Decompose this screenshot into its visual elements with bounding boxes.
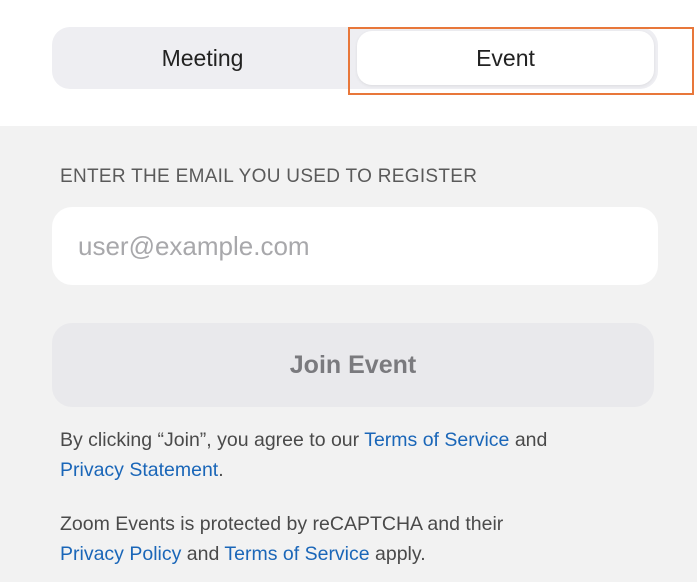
recaptcha-prefix: Zoom Events is protected by reCAPTCHA an… — [60, 513, 504, 535]
tab-meeting-label: Meeting — [161, 44, 244, 71]
recaptcha-suffix: apply. — [369, 543, 426, 565]
recaptcha-notice: Zoom Events is protected by reCAPTCHA an… — [60, 509, 660, 569]
privacy-statement-link[interactable]: Privacy Statement — [60, 459, 218, 481]
join-type-segmented-control: Meeting Event — [52, 27, 658, 89]
tab-event[interactable]: Event — [357, 31, 654, 85]
email-field-label: ENTER THE EMAIL YOU USED TO REGISTER — [60, 166, 478, 187]
email-input[interactable] — [52, 207, 658, 285]
recaptcha-privacy-policy-link[interactable]: Privacy Policy — [60, 543, 181, 565]
recaptcha-and: and — [181, 543, 225, 565]
consent-and: and — [509, 429, 548, 451]
consent-prefix: By clicking “Join”, you agree to our — [60, 429, 365, 451]
tab-meeting[interactable]: Meeting — [56, 31, 349, 85]
tab-event-label: Event — [476, 44, 535, 71]
consent-text: By clicking “Join”, you agree to our Ter… — [60, 425, 660, 485]
mode-selector-area: Meeting Event — [0, 0, 697, 126]
consent-suffix: . — [218, 459, 224, 481]
terms-of-service-link[interactable]: Terms of Service — [364, 429, 509, 451]
recaptcha-terms-of-service-link[interactable]: Terms of Service — [224, 543, 369, 565]
join-event-button[interactable]: Join Event — [52, 323, 654, 407]
